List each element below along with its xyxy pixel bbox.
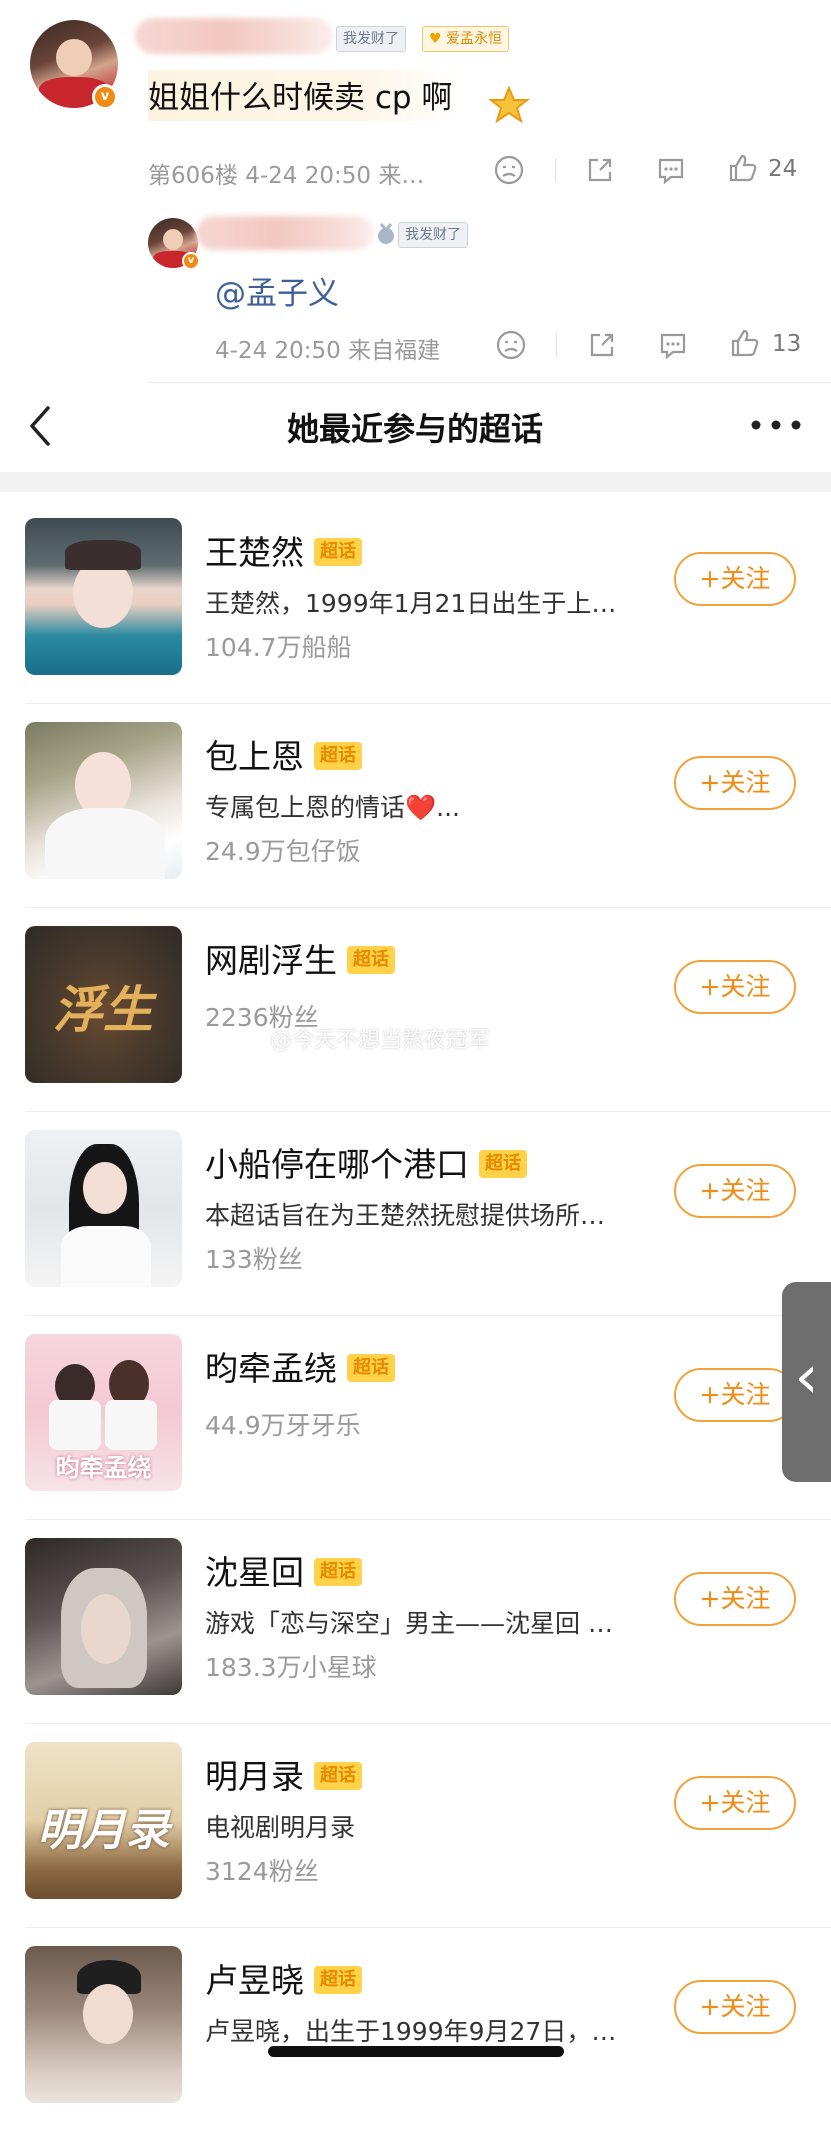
topic-row[interactable]: 昀牵孟绕 昀牵孟绕 超话 44.9万牙牙乐 +关注 [0, 1316, 831, 1520]
topic-row[interactable]: 王楚然 超话 王楚然，1999年1月21日出生于上… 104.7万船船 +关注 [0, 500, 831, 704]
topic-thumbnail: 浮生 [25, 926, 182, 1083]
topic-thumbnail: 昀牵孟绕 [25, 1334, 182, 1491]
topic-row[interactable]: 卢昱晓 超话 卢昱晓，出生于1999年9月27日，… +关注 [0, 1928, 831, 2132]
super-topic-badge: 超话 [314, 1965, 362, 1994]
topic-desc: 游戏「恋与深空」男主——沈星回 … [205, 1609, 613, 1638]
reply-share-icon[interactable] [585, 329, 619, 368]
topic-row[interactable]: 浮生 网剧浮生 超话 2236粉丝 +关注 [0, 908, 831, 1112]
topic-thumbnail: 明月录 [25, 1742, 182, 1899]
header-gap [0, 472, 831, 492]
follow-button[interactable]: +关注 [674, 1368, 796, 1422]
topic-row[interactable]: 小船停在哪个港口 超话 本超话旨在为王楚然抚慰提供场所… 133粉丝 +关注 [0, 1112, 831, 1316]
fan-tag: ♥ 爱孟永恒 [422, 26, 510, 52]
dislike-face-icon[interactable] [492, 154, 526, 193]
reply-action-divider [556, 333, 557, 357]
topic-name: 王楚然 [205, 533, 304, 572]
topic-thumbnail [25, 518, 182, 675]
topic-name: 沈星回 [205, 1553, 304, 1592]
section-divider [148, 382, 831, 383]
topic-desc: 专属包上恩的情话❤️... [205, 793, 460, 822]
verified-badge-icon: v [92, 84, 118, 110]
topic-row[interactable]: 沈星回 超话 游戏「恋与深空」男主——沈星回 … 183.3万小星球 +关注 [0, 1520, 831, 1724]
reply-icon[interactable] [654, 154, 688, 193]
topic-name: 明月录 [205, 1757, 304, 1796]
follow-button[interactable]: +关注 [674, 552, 796, 606]
user-tag: 我发财了 [336, 26, 406, 52]
topic-row[interactable]: 明月录 明月录 超话 电视剧明月录 3124粉丝 +关注 [0, 1724, 831, 1928]
topic-desc: 本超话旨在为王楚然抚慰提供场所… [205, 1201, 606, 1230]
home-indicator[interactable] [268, 2046, 564, 2057]
page-title: 她最近参与的超话 [286, 410, 543, 448]
super-topic-badge: 超话 [314, 741, 362, 770]
topic-thumbnail [25, 1130, 182, 1287]
topic-desc: 王楚然，1999年1月21日出生于上… [205, 589, 617, 618]
topic-fans: 24.9万包仔饭 [205, 837, 361, 866]
topic-thumbnail [25, 1946, 182, 2103]
more-dots-icon [751, 420, 801, 430]
comment-text[interactable]: 姐姐什么时候卖 cp 啊 [148, 70, 461, 121]
chevron-left-icon: ‹ [794, 1342, 819, 1412]
medal-icon [375, 222, 397, 246]
share-icon[interactable] [583, 154, 617, 193]
topic-thumbnail [25, 722, 182, 879]
super-topic-badge: 超话 [347, 1353, 395, 1382]
reply-like-thumb-icon[interactable] [728, 327, 762, 366]
super-topic-badge: 超话 [314, 1557, 362, 1586]
thumbnail-title-text: 明月录 [37, 1805, 170, 1856]
follow-button[interactable]: +关注 [674, 960, 796, 1014]
topic-desc: 卢昱晓，出生于1999年9月27日，… [205, 2017, 617, 2046]
thumbnail-title-text: 昀牵孟绕 [55, 1454, 152, 1482]
follow-button[interactable]: +关注 [674, 1164, 796, 1218]
comment-floor-meta: 第606楼 4-24 20:50 来… [148, 163, 425, 189]
topic-name: 包上恩 [205, 737, 304, 776]
more-button[interactable] [746, 410, 806, 440]
topic-row[interactable]: 包上恩 超话 专属包上恩的情话❤️... 24.9万包仔饭 +关注 [0, 704, 831, 908]
topic-name: 卢昱晓 [205, 1961, 304, 2000]
reply-mention-text[interactable]: @孟子义 [215, 268, 339, 313]
reply-verified-badge-icon: v [182, 252, 200, 270]
follow-button[interactable]: +关注 [674, 1980, 796, 2034]
topic-desc: 电视剧明月录 [205, 1813, 356, 1842]
reply-dislike-face-icon[interactable] [494, 329, 528, 368]
watermark-text: @今天不想当熬夜冠军 [270, 1028, 491, 1053]
reply-like-count: 13 [772, 331, 802, 357]
topic-thumbnail [25, 1538, 182, 1695]
super-topic-badge: 超话 [479, 1149, 527, 1178]
fan-level-icon: ♥ [429, 31, 442, 47]
like-count: 24 [768, 156, 798, 182]
side-drawer-handle[interactable]: ‹ [782, 1282, 831, 1482]
follow-button[interactable]: +关注 [674, 1776, 796, 1830]
super-topic-badge: 超话 [314, 537, 362, 566]
super-topic-badge: 超话 [314, 1761, 362, 1790]
topic-name: 网剧浮生 [205, 941, 337, 980]
action-divider [555, 158, 556, 182]
topic-name: 昀牵孟绕 [205, 1349, 337, 1388]
follow-button[interactable]: +关注 [674, 1572, 796, 1626]
super-topic-badge: 超话 [347, 945, 395, 974]
back-button[interactable] [18, 398, 62, 454]
topic-name: 小船停在哪个港口 [205, 1145, 469, 1184]
chevron-left-icon [30, 406, 50, 446]
reply-user-tag: 我发财了 [398, 222, 468, 248]
reply-name-blurred[interactable] [196, 216, 374, 250]
like-thumb-icon[interactable] [726, 152, 760, 191]
topic-fans: 3124粉丝 [205, 1857, 319, 1886]
topic-fans: 183.3万小星球 [205, 1653, 377, 1682]
topic-fans: 44.9万牙牙乐 [205, 1411, 361, 1440]
topic-fans: 104.7万船船 [205, 633, 352, 662]
reply-meta: 4-24 20:50 来自福建 [215, 338, 441, 364]
thumbnail-title-text: 浮生 [53, 980, 153, 1039]
gold-star-sticker-icon [488, 85, 530, 124]
follow-button[interactable]: +关注 [674, 756, 796, 810]
topic-fans: 133粉丝 [205, 1245, 303, 1274]
commenter-name-blurred[interactable] [135, 18, 333, 54]
reply-reply-icon[interactable] [656, 329, 690, 368]
